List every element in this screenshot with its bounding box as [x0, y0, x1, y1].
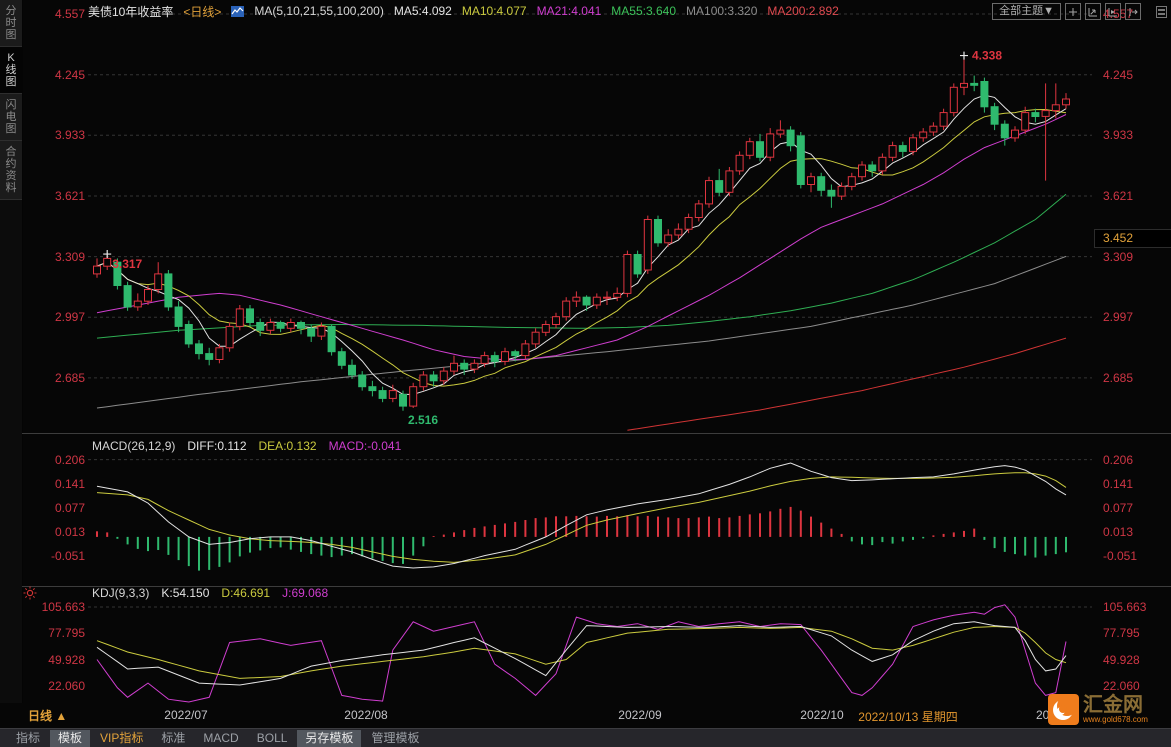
y-axis-label: 3.309: [1103, 249, 1134, 264]
y-axis-label: 77.795: [48, 626, 85, 641]
header-segment-5: MA10:4.077: [461, 4, 527, 18]
kdj-value-4: J:69.068: [282, 586, 329, 600]
date-label: 2022/09: [618, 708, 662, 722]
date-label: 2022/08: [344, 708, 388, 722]
price-marker-box: 3.452: [1094, 229, 1171, 248]
kdj-chart[interactable]: [88, 590, 1092, 703]
y-axis-label: 3.933: [1103, 128, 1134, 143]
header-segment-4: MA5:4.092: [393, 4, 452, 18]
macd-value-1: MACD(26,12,9): [92, 439, 176, 453]
crosshair-icon[interactable]: [1065, 3, 1081, 20]
y-axis-label: 22.060: [1103, 678, 1140, 693]
y-axis-label: 0.013: [1103, 525, 1134, 539]
pane-divider[interactable]: [22, 433, 1171, 434]
header-segment-8: MA100:3.320: [686, 4, 758, 18]
svg-text:4.338: 4.338: [972, 49, 1002, 63]
logo-name: 汇金网: [1083, 694, 1143, 716]
toolbar-tab-6[interactable]: BOLL: [249, 730, 296, 747]
y-axis-label: 2.997: [54, 310, 85, 325]
macd-value-2: DIFF:0.112: [187, 439, 247, 453]
kdj-value-2: K:54.150: [161, 586, 210, 600]
zoom-area-icon[interactable]: [1085, 3, 1101, 20]
y-axis-label: 2.685: [54, 370, 85, 385]
toolbar-tab-7[interactable]: 另存模板: [297, 729, 362, 747]
y-axis-label: 3.309: [54, 249, 85, 264]
chart-type-tabs: 分时图K线图闪电图合约资料: [0, 0, 22, 200]
macd-header: MACD(26,12,9) DIFF:0.112 DEA:0.132 MACD:-0.…: [92, 439, 401, 453]
pan-right-icon[interactable]: [1105, 3, 1121, 20]
toolbar-tab-8[interactable]: 管理模板: [363, 730, 427, 747]
chart-style-icon[interactable]: [231, 5, 245, 18]
y-axis-label: 0.141: [54, 477, 85, 491]
export-icon[interactable]: [1125, 3, 1141, 20]
y-axis-label: 0.141: [1103, 477, 1134, 491]
logo-url: www.gold678.com: [1083, 715, 1148, 724]
header-segment-2: <日线>: [183, 4, 222, 19]
logo-icon: [1048, 694, 1079, 725]
y-axis-label: 77.795: [1103, 626, 1140, 641]
period-selector[interactable]: 日线 ▲: [28, 707, 67, 724]
candlestick-chart[interactable]: 3.317 2.516 4.338: [88, 0, 1092, 433]
y-axis-label: 4.557: [54, 7, 85, 21]
y-axis-label: 4.245: [1103, 67, 1134, 82]
y-axis-label: 0.206: [54, 452, 85, 467]
macd-chart[interactable]: [88, 437, 1092, 586]
sidebar-tab-2[interactable]: K线图: [0, 47, 22, 94]
date-axis-row: 日线 ▲ 2022/07 2022/08 2022/09 2022/10 2022/10…: [0, 703, 1171, 728]
sidebar-tab-1[interactable]: 分时图: [0, 0, 22, 47]
pane-layout-icon[interactable]: [1156, 6, 1167, 18]
chart-header: 美债10年收益率 <日线> MA(5,10,21,55,100,200) MA5:4.…: [88, 3, 839, 19]
y-axis-label: 3.621: [1103, 188, 1134, 203]
y-axis-label: 105.663: [41, 600, 85, 614]
header-segment-3: MA(5,10,21,55,100,200): [254, 4, 384, 18]
bottom-toolbar: 指标 模板 VIP指标 标准 MACD BOLL 另存模板 管理模板: [0, 728, 1171, 747]
y-axis-label: 22.060: [48, 678, 85, 693]
y-axis-label: -0.051: [50, 549, 85, 563]
y-axis-label: 0.077: [54, 501, 85, 515]
y-axis-label: 49.928: [1103, 652, 1140, 667]
toolbar-tab-3[interactable]: VIP指标: [92, 730, 151, 747]
y-axis-label: 4.245: [54, 67, 85, 82]
date-label: 2022/10: [800, 708, 844, 722]
highlighted-date-label: 2022/10/13 星期四: [858, 710, 958, 724]
y-axis-label: 2.997: [1103, 310, 1134, 325]
sidebar-tab-3[interactable]: 闪电图: [0, 94, 22, 141]
kdj-header: KDJ(9,3,3) K:54.150 D:46.691 J:69.068: [92, 586, 328, 600]
y-axis-label: 49.928: [48, 652, 85, 667]
toolbar-tab-5[interactable]: MACD: [195, 730, 246, 747]
y-axis-label: 2.685: [1103, 370, 1134, 385]
macd-value-3: DEA:0.132: [258, 439, 317, 453]
date-label: 2022/07: [164, 708, 208, 722]
macd-value-4: MACD:-0.041: [328, 439, 402, 453]
y-axis-label: -0.051: [1103, 549, 1138, 563]
y-axis-label: 3.621: [54, 188, 85, 203]
header-segment-9: MA200:2.892: [767, 4, 839, 18]
theme-select-button[interactable]: 全部主题▼: [992, 3, 1061, 20]
svg-text:2.516: 2.516: [408, 413, 438, 427]
y-axis-label: 105.663: [1103, 600, 1147, 614]
svg-text:3.317: 3.317: [112, 257, 142, 271]
left-sidebar: 分时图K线图闪电图合约资料: [0, 0, 22, 703]
kdj-value-1: KDJ(9,3,3): [92, 586, 150, 600]
header-segment-7: MA55:3.640: [611, 4, 677, 18]
y-axis-label: 0.206: [1103, 452, 1134, 467]
kdj-value-3: D:46.691: [221, 586, 271, 600]
header-segment-1: 美债10年收益率: [88, 4, 174, 19]
header-controls: 全部主题▼: [992, 3, 1141, 20]
y-axis-label: 0.013: [54, 525, 85, 539]
header-segment-6: MA21:4.041: [536, 4, 602, 18]
y-axis-label: 0.077: [1103, 501, 1134, 515]
toolbar-tab-1[interactable]: 指标: [8, 730, 48, 747]
y-axis-label: 3.933: [54, 128, 85, 143]
chart-application-window: 分时图K线图闪电图合约资料 美债10年收益率 <日线> MA(5,10,21,55,…: [0, 0, 1171, 747]
toolbar-tab-2[interactable]: 模板: [50, 729, 91, 747]
toolbar-tab-4[interactable]: 标准: [153, 730, 193, 747]
sidebar-tab-4[interactable]: 合约资料: [0, 141, 22, 200]
site-logo: 汇金网 www.gold678.com: [1048, 694, 1148, 725]
indicator-alert-icon[interactable]: [23, 586, 37, 600]
